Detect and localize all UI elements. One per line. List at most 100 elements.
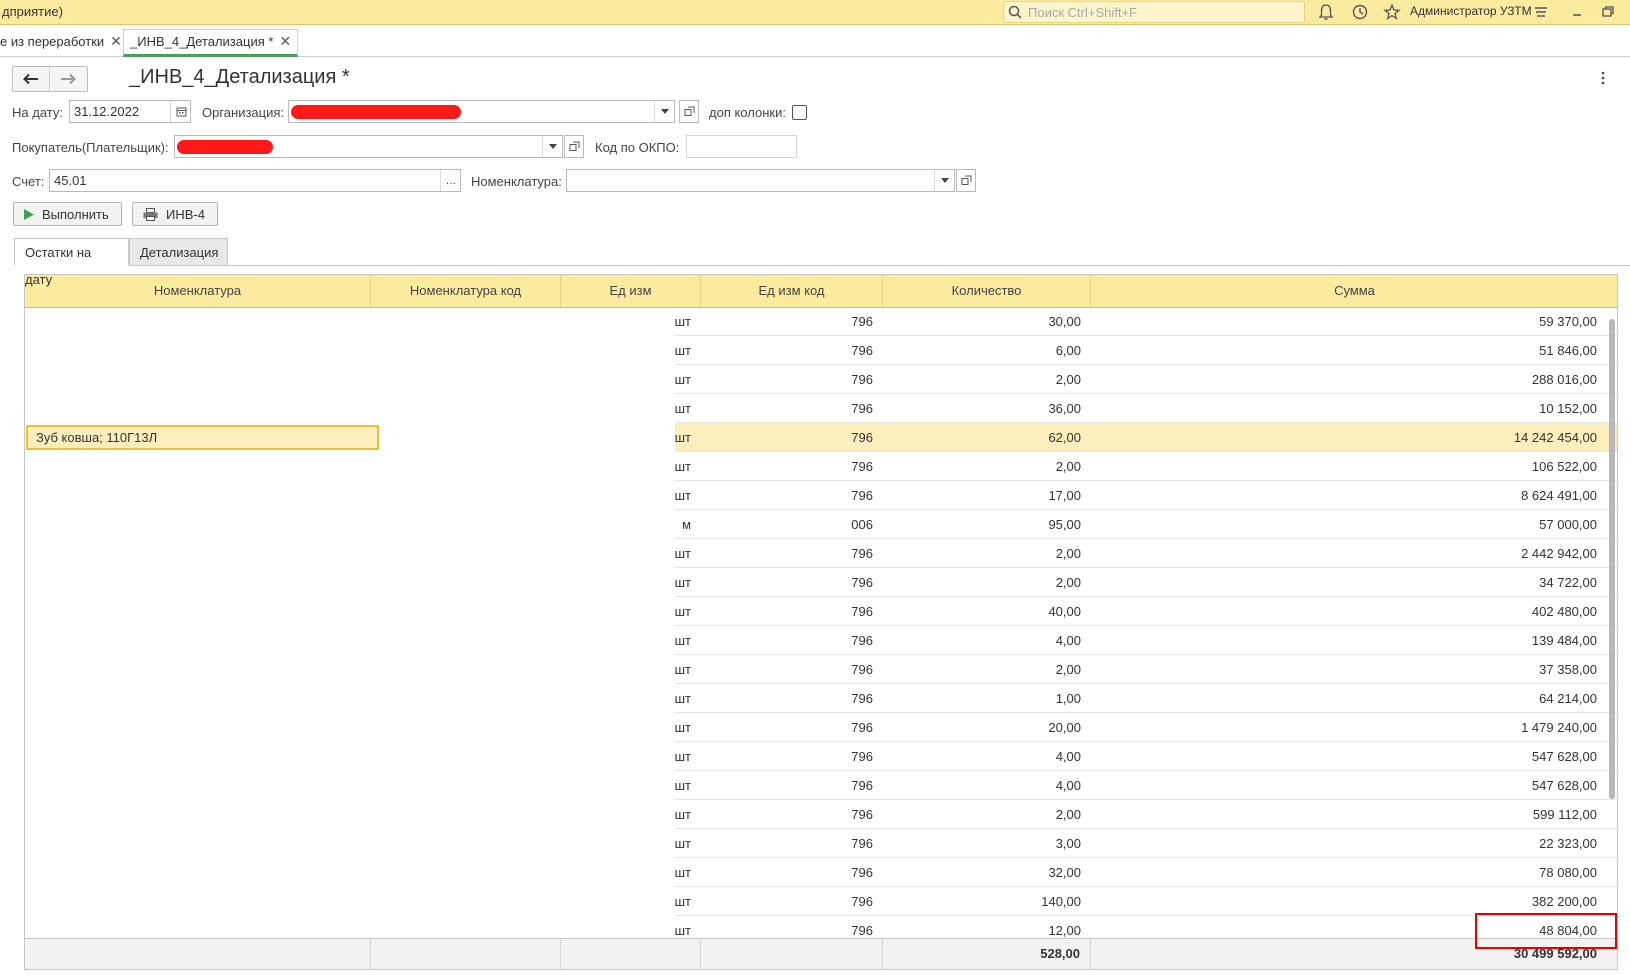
cell-unit-code[interactable]: 796: [701, 539, 883, 568]
cell-quantity[interactable]: 2,00: [883, 365, 1091, 394]
date-field[interactable]: 31.12.2022: [69, 100, 191, 123]
open-organization-button[interactable]: [679, 100, 699, 123]
cell-unit[interactable]: шт: [561, 336, 701, 365]
cell-unit-code[interactable]: 796: [701, 626, 883, 655]
cell-sum[interactable]: 59 370,00: [1091, 307, 1607, 336]
table-row[interactable]: шт 796 2,00 2 442 942,00: [25, 539, 1617, 568]
cell-quantity[interactable]: 2,00: [883, 452, 1091, 481]
cell-sum[interactable]: 22 323,00: [1091, 829, 1607, 858]
table-row[interactable]: шт 796 36,00 10 152,00: [25, 394, 1617, 423]
cell-unit-code[interactable]: 796: [701, 800, 883, 829]
cell-sum[interactable]: 547 628,00: [1091, 771, 1607, 800]
scrollbar-thumb[interactable]: [1609, 319, 1615, 799]
cell-sum[interactable]: 64 214,00: [1091, 684, 1607, 713]
table-row[interactable]: шт 796 4,00 139 484,00: [25, 626, 1617, 655]
cell-quantity[interactable]: 17,00: [883, 481, 1091, 510]
extra-columns-checkbox[interactable]: [792, 105, 807, 120]
cell-unit[interactable]: шт: [561, 742, 701, 771]
cell-sum[interactable]: 78 080,00: [1091, 858, 1607, 887]
chevron-down-icon[interactable]: [934, 170, 955, 191]
cell-quantity[interactable]: 2,00: [883, 655, 1091, 684]
cell-quantity[interactable]: 2,00: [883, 800, 1091, 829]
column-header-nomenclature[interactable]: Номенклатура: [25, 275, 371, 307]
column-header-quantity[interactable]: Количество: [883, 275, 1091, 307]
table-row[interactable]: шт 796 4,00 547 628,00: [25, 771, 1617, 800]
cell-unit-code[interactable]: 796: [701, 771, 883, 800]
cell-quantity[interactable]: 140,00: [883, 887, 1091, 916]
open-buyer-button[interactable]: [564, 135, 584, 158]
table-row[interactable]: м 006 95,00 57 000,00: [25, 510, 1617, 539]
table-row[interactable]: шт 796 3,00 22 323,00: [25, 829, 1617, 858]
chevron-down-icon[interactable]: [654, 101, 675, 122]
table-row[interactable]: шт 796 32,00 78 080,00: [25, 858, 1617, 887]
table-row[interactable]: шт 796 2,00 37 358,00: [25, 655, 1617, 684]
cell-quantity[interactable]: 4,00: [883, 771, 1091, 800]
cell-unit[interactable]: шт: [561, 655, 701, 684]
cell-unit-code[interactable]: 796: [701, 887, 883, 916]
cell-quantity[interactable]: 2,00: [883, 539, 1091, 568]
back-button[interactable]: [13, 67, 49, 91]
cell-quantity[interactable]: 36,00: [883, 394, 1091, 423]
cell-sum[interactable]: 34 722,00: [1091, 568, 1607, 597]
cell-sum[interactable]: 288 016,00: [1091, 365, 1607, 394]
table-row[interactable]: шт 796 17,00 8 624 491,00: [25, 481, 1617, 510]
cell-unit[interactable]: шт: [561, 539, 701, 568]
bell-icon[interactable]: [1316, 2, 1336, 22]
cell-unit[interactable]: шт: [561, 307, 701, 336]
column-header-unit-code[interactable]: Ед изм код: [701, 275, 883, 307]
okpo-field[interactable]: [686, 135, 797, 158]
cell-unit[interactable]: шт: [561, 800, 701, 829]
more-options-icon[interactable]: [1599, 70, 1607, 86]
cell-unit-code[interactable]: 796: [701, 452, 883, 481]
cell-quantity[interactable]: 4,00: [883, 626, 1091, 655]
select-account-button[interactable]: …: [440, 170, 461, 191]
table-row[interactable]: шт 796 6,00 51 846,00: [25, 336, 1617, 365]
menu-icon[interactable]: [1531, 2, 1551, 22]
cell-unit-code[interactable]: 796: [701, 568, 883, 597]
cell-quantity[interactable]: 20,00: [883, 713, 1091, 742]
forward-button[interactable]: [49, 67, 86, 91]
calendar-icon[interactable]: [170, 101, 191, 122]
star-icon[interactable]: [1382, 2, 1402, 22]
cell-sum[interactable]: 382 200,00: [1091, 887, 1607, 916]
cell-unit[interactable]: шт: [561, 394, 701, 423]
cell-unit[interactable]: шт: [561, 771, 701, 800]
table-row[interactable]: Зуб ковша; 110Г13Л шт 796 62,00 14 242 454,0…: [25, 423, 1617, 452]
tab-balance-on-date[interactable]: Остатки на дату: [14, 238, 129, 287]
cell-unit-code[interactable]: 796: [701, 684, 883, 713]
cell-sum[interactable]: 10 152,00: [1091, 394, 1607, 423]
table-row[interactable]: шт 796 140,00 382 200,00: [25, 887, 1617, 916]
column-header-unit[interactable]: Ед изм: [561, 275, 701, 307]
cell-unit-code[interactable]: 796: [701, 742, 883, 771]
cell-unit-code[interactable]: 796: [701, 365, 883, 394]
cell-sum[interactable]: 599 112,00: [1091, 800, 1607, 829]
print-inv4-button[interactable]: ИНВ-4: [132, 202, 218, 226]
cell-unit[interactable]: шт: [561, 568, 701, 597]
window-tab-inv4[interactable]: _ИНВ_4_Детализация * ✕: [123, 29, 299, 57]
cell-sum[interactable]: 2 442 942,00: [1091, 539, 1607, 568]
close-icon[interactable]: ✕: [279, 33, 291, 49]
cell-quantity[interactable]: 95,00: [883, 510, 1091, 539]
cell-quantity[interactable]: 6,00: [883, 336, 1091, 365]
current-user[interactable]: Администратор УЗТМ: [1410, 4, 1532, 18]
history-icon[interactable]: [1350, 2, 1370, 22]
cell-sum[interactable]: 1 479 240,00: [1091, 713, 1607, 742]
cell-sum[interactable]: 57 000,00: [1091, 510, 1607, 539]
cell-quantity[interactable]: 1,00: [883, 684, 1091, 713]
tab-details[interactable]: Детализация: [129, 238, 228, 266]
table-row[interactable]: шт 796 4,00 547 628,00: [25, 742, 1617, 771]
cell-sum[interactable]: 51 846,00: [1091, 336, 1607, 365]
cell-sum[interactable]: 8 624 491,00: [1091, 481, 1607, 510]
run-button[interactable]: Выполнить: [13, 202, 122, 226]
cell-sum[interactable]: 106 522,00: [1091, 452, 1607, 481]
open-nomenclature-button[interactable]: [956, 169, 976, 192]
table-row[interactable]: шт 796 40,00 402 480,00: [25, 597, 1617, 626]
minimize-icon[interactable]: [1567, 2, 1587, 22]
cell-unit-code[interactable]: 796: [701, 858, 883, 887]
vertical-scrollbar[interactable]: [1607, 307, 1617, 937]
cell-quantity[interactable]: 32,00: [883, 858, 1091, 887]
cell-unit[interactable]: шт: [561, 423, 701, 452]
cell-unit[interactable]: шт: [561, 365, 701, 394]
window-tab-processing[interactable]: е из переработки ✕: [0, 29, 122, 53]
cell-quantity[interactable]: 4,00: [883, 742, 1091, 771]
